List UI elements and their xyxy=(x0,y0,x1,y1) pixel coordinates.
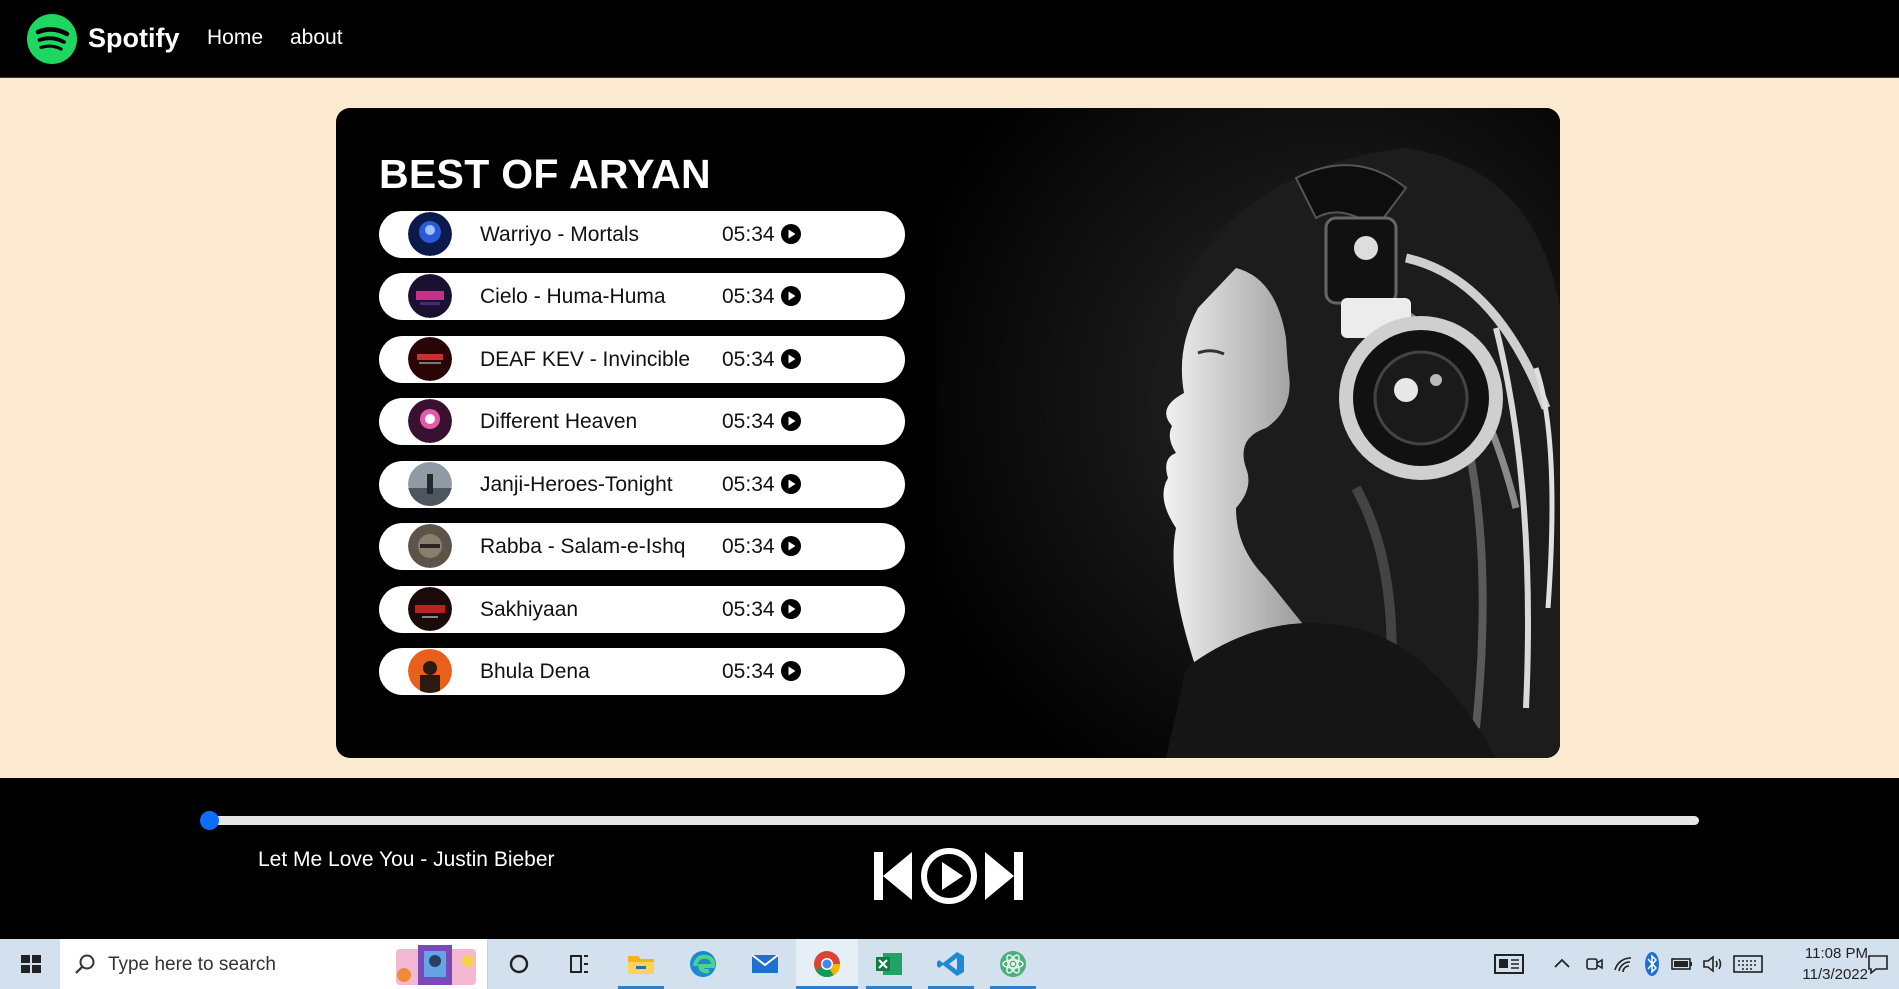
song-item[interactable]: Different Heaven 05:34 xyxy=(379,398,905,445)
play-icon[interactable] xyxy=(780,285,802,307)
edge-icon xyxy=(690,951,716,977)
wifi-icon[interactable] xyxy=(1613,954,1635,974)
play-icon[interactable] xyxy=(780,473,802,495)
song-item[interactable]: Cielo - Huma-Huma 05:34 xyxy=(379,273,905,320)
progress-thumb[interactable] xyxy=(200,811,219,830)
previous-icon[interactable] xyxy=(872,850,914,902)
song-duration: 05:34 xyxy=(722,535,775,558)
song-duration: 05:34 xyxy=(722,223,775,246)
song-duration: 05:34 xyxy=(722,473,775,496)
nav-about-link[interactable]: about xyxy=(290,26,343,50)
album-cover xyxy=(408,649,452,693)
song-item[interactable]: Bhula Dena 05:34 xyxy=(379,648,905,695)
play-icon[interactable] xyxy=(780,535,802,557)
task-view-button[interactable] xyxy=(548,939,610,989)
notification-icon[interactable] xyxy=(1866,953,1890,975)
play-icon[interactable] xyxy=(780,660,802,682)
clock-date[interactable]: 11/3/2022 xyxy=(1768,966,1868,983)
song-name: Warriyo - Mortals xyxy=(480,223,640,246)
album-cover xyxy=(408,399,452,443)
edge-button[interactable] xyxy=(672,939,734,989)
play-icon[interactable] xyxy=(780,598,802,620)
song-item[interactable]: DEAF KEV - Invincible 05:34 xyxy=(379,336,905,383)
file-explorer-icon xyxy=(628,956,654,974)
album-cover xyxy=(408,274,452,318)
song-item[interactable]: Warriyo - Mortals 05:34 xyxy=(379,211,905,258)
album-cover xyxy=(408,337,452,381)
song-name: Bhula Dena xyxy=(480,660,590,683)
taskbar: Type here to search 11:08 PM 11/3/2022 xyxy=(0,939,1899,989)
album-cover xyxy=(408,212,452,256)
bluetooth-icon[interactable] xyxy=(1644,951,1660,977)
album-cover xyxy=(408,462,452,506)
next-icon[interactable] xyxy=(983,850,1025,902)
clock-time[interactable]: 11:08 PM xyxy=(1768,945,1868,962)
chrome-icon xyxy=(814,951,841,978)
file-explorer-button[interactable] xyxy=(610,939,672,989)
spotify-logo-icon[interactable] xyxy=(27,14,77,64)
mail-button[interactable] xyxy=(734,939,796,989)
song-name: DEAF KEV - Invincible xyxy=(480,348,691,371)
nav-home-link[interactable]: Home xyxy=(207,26,263,50)
play-icon[interactable] xyxy=(780,410,802,432)
play-icon[interactable] xyxy=(780,223,802,245)
cortana-icon xyxy=(509,954,529,974)
playlist-title: BEST OF ARYAN xyxy=(379,151,711,197)
excel-icon xyxy=(876,953,902,975)
player-bar: Let Me Love You - Justin Bieber xyxy=(0,778,1899,939)
album-cover xyxy=(408,587,452,631)
playlist-card: BEST OF ARYAN Warriyo - Mortals 05:34 Ci… xyxy=(336,108,1560,758)
excel-button[interactable] xyxy=(858,939,920,989)
album-cover xyxy=(408,524,452,568)
meet-now-icon[interactable] xyxy=(1584,954,1604,974)
song-name: Rabba - Salam-e-Ishq xyxy=(480,535,686,558)
play-icon[interactable] xyxy=(920,847,978,905)
atom-button[interactable] xyxy=(982,939,1044,989)
vscode-button[interactable] xyxy=(920,939,982,989)
chevron-up-icon[interactable] xyxy=(1553,956,1571,970)
search-icon xyxy=(75,954,95,974)
song-item[interactable]: Sakhiyaan 05:34 xyxy=(379,586,905,633)
progress-bar[interactable] xyxy=(200,811,1699,830)
song-name: Different Heaven xyxy=(480,410,638,433)
battery-icon[interactable] xyxy=(1670,955,1694,973)
news-icon[interactable] xyxy=(1493,953,1525,975)
song-name: Sakhiyaan xyxy=(480,598,579,621)
play-icon[interactable] xyxy=(780,348,802,370)
song-duration: 05:34 xyxy=(722,285,775,308)
brand-name[interactable]: Spotify xyxy=(88,22,180,54)
song-item[interactable]: Rabba - Salam-e-Ishq 05:34 xyxy=(379,523,905,570)
vscode-icon xyxy=(937,952,964,976)
now-playing-title: Let Me Love You - Justin Bieber xyxy=(258,848,555,871)
song-name: Janji-Heroes-Tonight xyxy=(480,473,673,496)
mail-icon xyxy=(751,954,779,973)
song-item[interactable]: Janji-Heroes-Tonight 05:34 xyxy=(379,461,905,508)
song-duration: 05:34 xyxy=(722,348,775,371)
song-name: Cielo - Huma-Huma xyxy=(480,285,666,308)
cortana-button[interactable] xyxy=(488,939,550,989)
song-duration: 05:34 xyxy=(722,598,775,621)
song-duration: 05:34 xyxy=(722,410,775,433)
headphones-photo xyxy=(936,108,1560,758)
start-button[interactable] xyxy=(0,939,62,989)
search-highlight-icon xyxy=(396,945,476,985)
volume-icon[interactable] xyxy=(1702,954,1724,974)
start-icon xyxy=(21,955,41,973)
task-view-icon xyxy=(570,955,588,973)
search-placeholder: Type here to search xyxy=(108,954,276,975)
atom-icon xyxy=(1000,951,1026,977)
song-duration: 05:34 xyxy=(722,660,775,683)
keyboard-icon[interactable] xyxy=(1733,954,1763,974)
taskbar-search[interactable]: Type here to search xyxy=(60,939,488,989)
chrome-button[interactable] xyxy=(796,939,858,989)
navbar: Spotify Home about xyxy=(0,0,1899,78)
